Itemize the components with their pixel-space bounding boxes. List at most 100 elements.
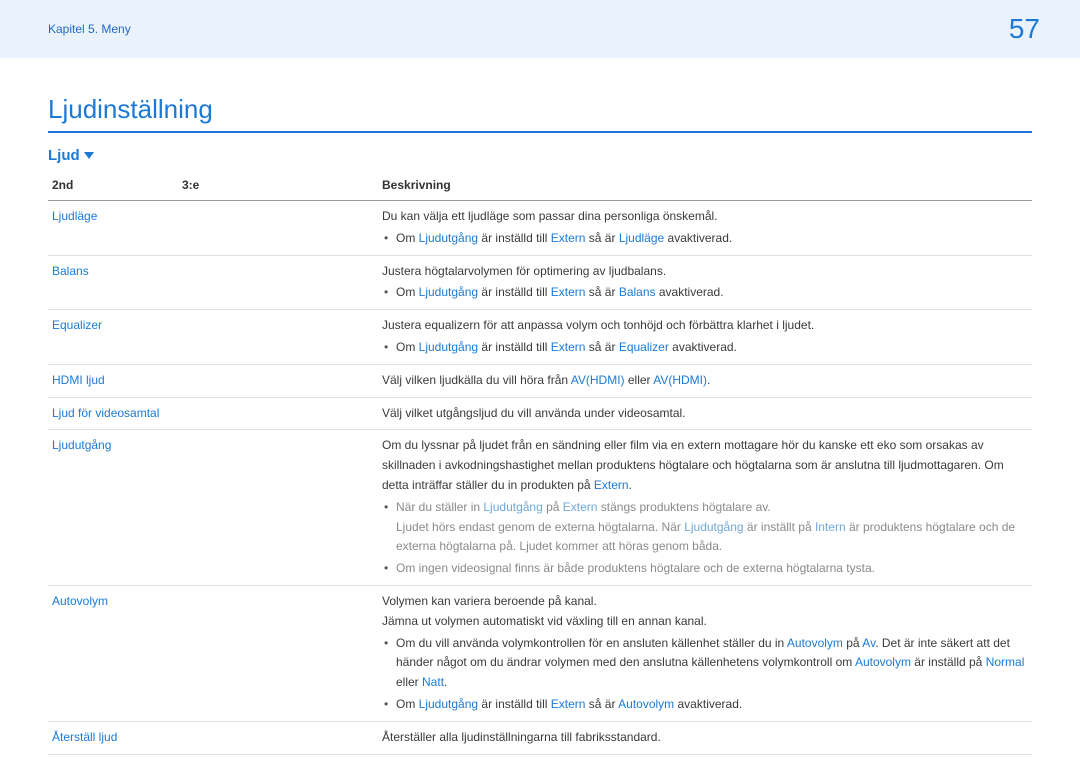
text: är inställd till xyxy=(478,340,551,354)
page-title: Ljudinställning xyxy=(48,94,1032,133)
table-row: Ljudläge Du kan välja ett ljudläge som p… xyxy=(48,201,1032,256)
row-label-balans: Balans xyxy=(52,264,89,278)
hl: Normal xyxy=(986,655,1025,669)
hl: Equalizer xyxy=(619,340,669,354)
text: stängs produktens högtalare av. xyxy=(597,500,770,514)
bullet-list: Om Ljudutgång är inställd till Extern så… xyxy=(382,338,1026,358)
text: avaktiverad. xyxy=(656,285,724,299)
hl: Ljudutgång xyxy=(419,231,478,245)
hl: Extern xyxy=(563,500,598,514)
text: Om du vill använda volymkontrollen för e… xyxy=(396,636,787,650)
section-subtitle: Ljud xyxy=(48,147,94,164)
text: är inställd till xyxy=(478,231,551,245)
row-desc: Justera högtalarvolymen för optimering a… xyxy=(382,262,1026,282)
bullet-item: Om Ljudutgång är inställd till Extern så… xyxy=(382,338,1026,358)
table-row: HDMI ljud Välj vilken ljudkälla du vill … xyxy=(48,364,1032,397)
text: eller xyxy=(396,675,422,689)
hl: Autovolym xyxy=(787,636,843,650)
text: är inställd på xyxy=(911,655,986,669)
hl: Extern xyxy=(594,478,629,492)
text: på xyxy=(843,636,862,650)
row-label-ljudutgang: Ljudutgång xyxy=(52,438,111,452)
text: avaktiverad. xyxy=(669,340,737,354)
subtitle-text: Ljud xyxy=(48,147,80,164)
text: När du ställer in xyxy=(396,500,483,514)
hl: Intern xyxy=(815,520,846,534)
col-desc-header: Beskrivning xyxy=(378,172,1032,201)
hl: Ljudutgång xyxy=(419,285,478,299)
row-desc: Jämna ut volymen automatiskt vid växling… xyxy=(382,612,1026,632)
row-desc: Återställer alla ljudinställningarna til… xyxy=(382,730,661,744)
table-row: Ljudutgång Om du lyssnar på ljudet från … xyxy=(48,430,1032,586)
row-label-ljudlage: Ljudläge xyxy=(52,209,97,223)
hl: Extern xyxy=(551,340,586,354)
row-desc: Justera equalizern för att anpassa volym… xyxy=(382,316,1026,336)
bullet-list: Om Ljudutgång är inställd till Extern så… xyxy=(382,229,1026,249)
bullet-list: Om Ljudutgång är inställd till Extern så… xyxy=(382,283,1026,303)
page-number: 57 xyxy=(1009,13,1040,45)
chapter-label: Kapitel 5. Meny xyxy=(48,22,131,36)
hl: Autovolym xyxy=(618,697,674,711)
hl: Ljudutgång xyxy=(419,340,478,354)
hl: AV(HDMI) xyxy=(653,373,707,387)
row-desc: Du kan välja ett ljudläge som passar din… xyxy=(382,207,1026,227)
text: så är xyxy=(585,697,618,711)
text: Om xyxy=(396,340,419,354)
document-page: Kapitel 5. Meny 57 Ljudinställning Ljud … xyxy=(0,0,1080,763)
triangle-down-icon xyxy=(84,152,94,160)
hl: Ljudutgång xyxy=(419,697,478,711)
bullet-item: Om Ljudutgång är inställd till Extern så… xyxy=(382,229,1026,249)
text: så är xyxy=(585,231,618,245)
row-label-aterstall: Återställ ljud xyxy=(52,730,117,744)
text: Ljudet hörs endast genom de externa högt… xyxy=(396,520,684,534)
hl: Autovolym xyxy=(855,655,911,669)
settings-table: 2nd 3:e Beskrivning Ljudläge Du kan välj… xyxy=(48,172,1032,755)
row-desc: Om du lyssnar på ljudet från en sändning… xyxy=(382,436,1026,495)
text: Om xyxy=(396,285,419,299)
text: på xyxy=(543,500,563,514)
text: är inställt på xyxy=(744,520,815,534)
bullet-item: Om du vill använda volymkontrollen för e… xyxy=(382,634,1026,693)
text: Om xyxy=(396,697,419,711)
row-desc: Välj vilken ljudkälla du vill höra från … xyxy=(382,373,710,387)
hl: Ljudläge xyxy=(619,231,664,245)
text: eller xyxy=(625,373,654,387)
bullet-item: Om ingen videosignal finns är både produ… xyxy=(382,559,1026,579)
text: Om ingen videosignal finns är både produ… xyxy=(396,561,875,575)
text: . xyxy=(444,675,447,689)
text: . xyxy=(707,373,710,387)
hl: AV(HDMI) xyxy=(571,373,625,387)
bullet-item: Om Ljudutgång är inställd till Extern så… xyxy=(382,695,1026,715)
hl: Extern xyxy=(551,285,586,299)
row-desc: Välj vilket utgångsljud du vill använda … xyxy=(382,406,686,420)
col-3e-header: 3:e xyxy=(178,172,378,201)
hl: Ljudutgång xyxy=(684,520,743,534)
text: är inställd till xyxy=(478,697,551,711)
hl: Natt xyxy=(422,675,444,689)
col-2nd-header: 2nd xyxy=(48,172,178,201)
row-label-videosamtal: Ljud för videosamtal xyxy=(52,406,159,420)
text: så är xyxy=(585,340,618,354)
text: Om xyxy=(396,231,419,245)
header-bar: Kapitel 5. Meny 57 xyxy=(0,0,1080,58)
text: så är xyxy=(585,285,618,299)
hl: Ljudutgång xyxy=(483,500,542,514)
row-label-equalizer: Equalizer xyxy=(52,318,102,332)
row-label-autovolym: Autovolym xyxy=(52,594,108,608)
bullet-list: När du ställer in Ljudutgång på Extern s… xyxy=(382,498,1026,579)
table-row: Återställ ljud Återställer alla ljudinst… xyxy=(48,721,1032,754)
table-row: Balans Justera högtalarvolymen för optim… xyxy=(48,255,1032,310)
hl: Extern xyxy=(551,697,586,711)
table-row: Ljud för videosamtal Välj vilket utgångs… xyxy=(48,397,1032,430)
text: avaktiverad. xyxy=(664,231,732,245)
text: är inställd till xyxy=(478,285,551,299)
hl: Balans xyxy=(619,285,656,299)
bullet-list: Om du vill använda volymkontrollen för e… xyxy=(382,634,1026,715)
row-label-hdmi: HDMI ljud xyxy=(52,373,105,387)
table-header-row: 2nd 3:e Beskrivning xyxy=(48,172,1032,201)
text: Om du lyssnar på ljudet från en sändning… xyxy=(382,438,1004,492)
row-desc: Volymen kan variera beroende på kanal. xyxy=(382,592,1026,612)
content-area: Ljudinställning Ljud 2nd 3:e Beskrivning… xyxy=(0,58,1080,755)
bullet-item: När du ställer in Ljudutgång på Extern s… xyxy=(382,498,1026,557)
text: avaktiverad. xyxy=(674,697,742,711)
